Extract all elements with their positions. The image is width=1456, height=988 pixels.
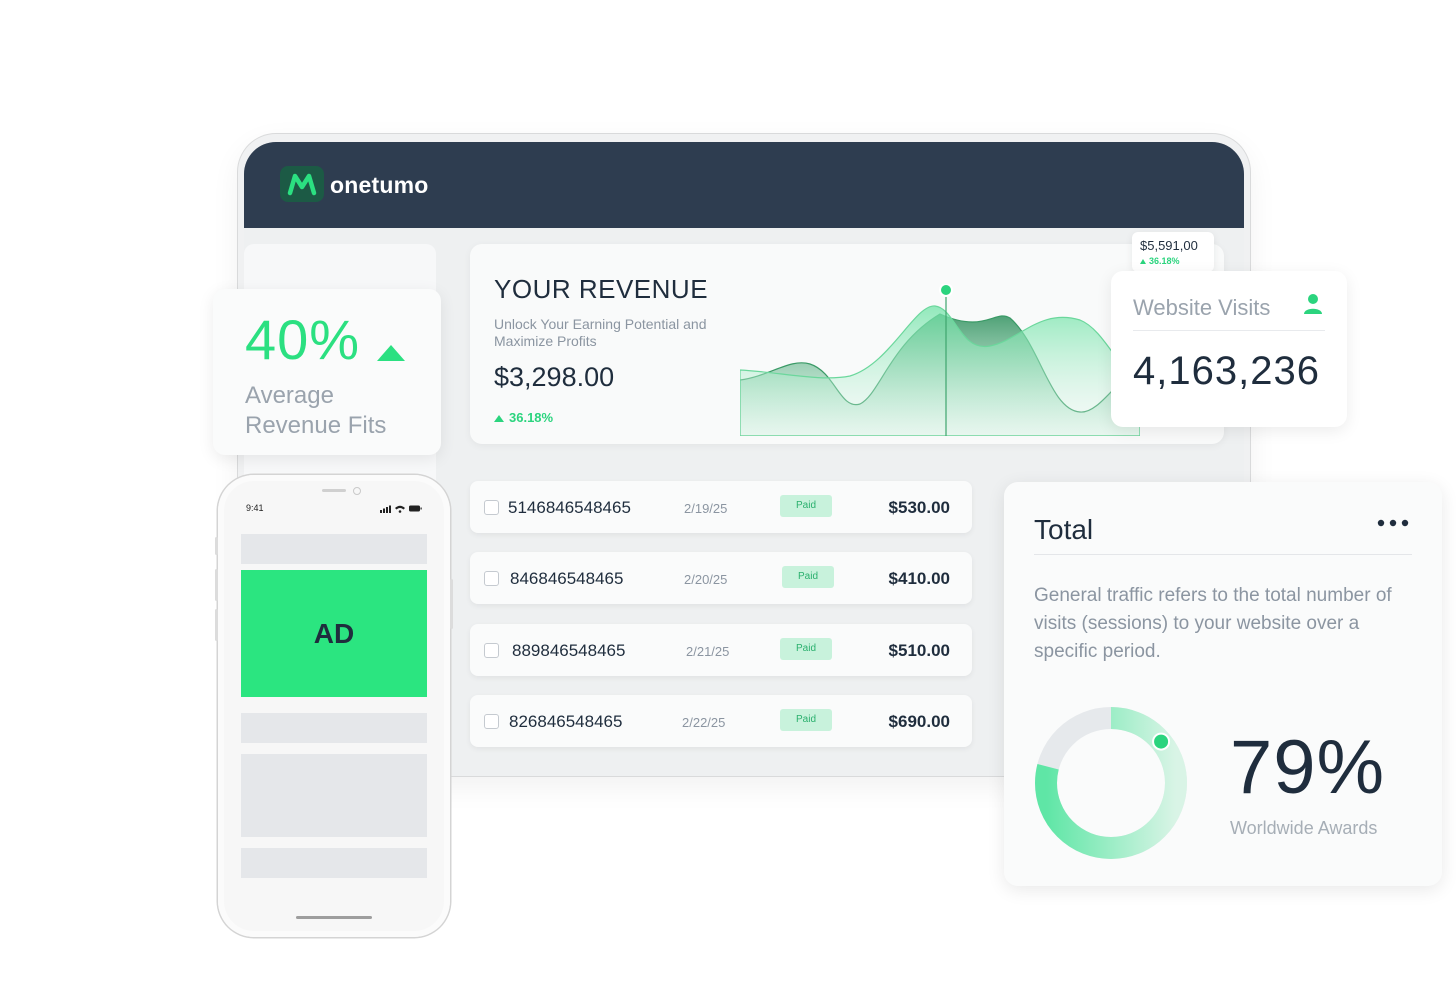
- total-caption: Worldwide Awards: [1230, 818, 1378, 838]
- content-placeholder: [241, 534, 427, 564]
- tooltip-value: $5,591,00: [1140, 238, 1198, 253]
- transaction-row[interactable]: 889846548465 2/21/25 Paid $510.00: [470, 624, 972, 676]
- phone-power-button: [450, 579, 453, 629]
- transaction-amount: $530.00: [888, 498, 950, 517]
- transaction-amount: $510.00: [888, 641, 950, 660]
- transaction-row[interactable]: 5146846548465 2/19/25 Paid $530.00: [470, 481, 972, 533]
- row-checkbox[interactable]: [484, 500, 499, 515]
- average-revenue-card: 40% Average Revenue Fits: [213, 289, 441, 455]
- transaction-amount: $410.00: [888, 569, 950, 588]
- status-bar-time: 9:41: [246, 503, 264, 513]
- transaction-row[interactable]: 846846548465 2/20/25 Paid $410.00: [470, 552, 972, 604]
- status-badge: Paid: [780, 638, 832, 660]
- divider: [1034, 554, 1412, 555]
- transaction-date: 2/22/25: [682, 715, 726, 730]
- revenue-amount: $3,298.00: [494, 362, 615, 392]
- phone-side-button: [215, 537, 218, 555]
- tooltip-change-value: 36.18%: [1149, 256, 1180, 266]
- revenue-area-chart[interactable]: [740, 284, 1140, 436]
- status-badge: Paid: [780, 495, 832, 517]
- home-indicator[interactable]: [296, 916, 372, 919]
- tooltip-change: 36.18%: [1140, 256, 1180, 266]
- phone-device: 9:41 AD: [215, 475, 453, 937]
- chart-tooltip: $5,591,00 36.18%: [1132, 232, 1214, 272]
- revenue-subtitle: Unlock Your Earning Potential and Maximi…: [494, 316, 707, 349]
- total-card: Total General traffic refers to the tota…: [1004, 482, 1442, 886]
- status-badge: Paid: [780, 709, 832, 731]
- average-revenue-label: Average Revenue Fits: [245, 382, 387, 439]
- status-bar-icons: [380, 505, 422, 513]
- website-visits-card: Website Visits 4,163,236: [1111, 271, 1347, 427]
- app-header: onetumo: [244, 142, 1244, 228]
- logo-icon[interactable]: [280, 166, 324, 202]
- divider: [1133, 330, 1325, 331]
- row-checkbox[interactable]: [484, 714, 499, 729]
- brand-name: onetumo: [330, 172, 429, 198]
- ad-banner[interactable]: AD: [241, 570, 427, 697]
- total-description: General traffic refers to the total numb…: [1034, 585, 1392, 662]
- row-checkbox[interactable]: [484, 643, 499, 658]
- chart-marker-dot[interactable]: [939, 284, 953, 297]
- status-badge: Paid: [782, 566, 834, 588]
- phone-volume-up-button: [215, 569, 218, 601]
- transaction-date: 2/20/25: [684, 572, 728, 587]
- content-placeholder: [241, 713, 427, 743]
- transaction-amount: $690.00: [888, 712, 950, 731]
- total-title: Total: [1034, 514, 1094, 545]
- person-icon: [1304, 294, 1322, 314]
- content-placeholder: [241, 848, 427, 878]
- transaction-date: 2/19/25: [684, 501, 728, 516]
- transaction-id: 846846548465: [510, 569, 624, 588]
- content-placeholder: [241, 754, 427, 837]
- average-revenue-value: 40%: [245, 308, 361, 371]
- transaction-id: 889846548465: [512, 641, 626, 660]
- revenue-change: 36.18%: [494, 410, 553, 425]
- transaction-row[interactable]: 826846548465 2/22/25 Paid $690.00: [470, 695, 972, 747]
- total-percent: 79%: [1230, 725, 1386, 810]
- revenue-title: YOUR REVENUE: [494, 274, 709, 304]
- more-horizontal-icon[interactable]: [1376, 518, 1410, 528]
- trend-up-icon: [494, 415, 504, 422]
- transaction-id: 5146846548465: [508, 498, 631, 517]
- row-checkbox[interactable]: [484, 571, 499, 586]
- phone-volume-down-button: [215, 609, 218, 641]
- triangle-up-icon: [377, 345, 405, 361]
- phone-camera: [353, 487, 361, 495]
- transaction-date: 2/21/25: [686, 644, 730, 659]
- phone-speaker: [322, 489, 346, 492]
- revenue-change-value: 36.18%: [509, 410, 554, 425]
- trend-up-icon: [1140, 259, 1146, 264]
- transaction-id: 826846548465: [509, 712, 623, 731]
- progress-donut: [1035, 707, 1187, 859]
- website-visits-value: 4,163,236: [1133, 349, 1320, 393]
- donut-handle: [1152, 732, 1171, 751]
- website-visits-title: Website Visits: [1133, 295, 1271, 320]
